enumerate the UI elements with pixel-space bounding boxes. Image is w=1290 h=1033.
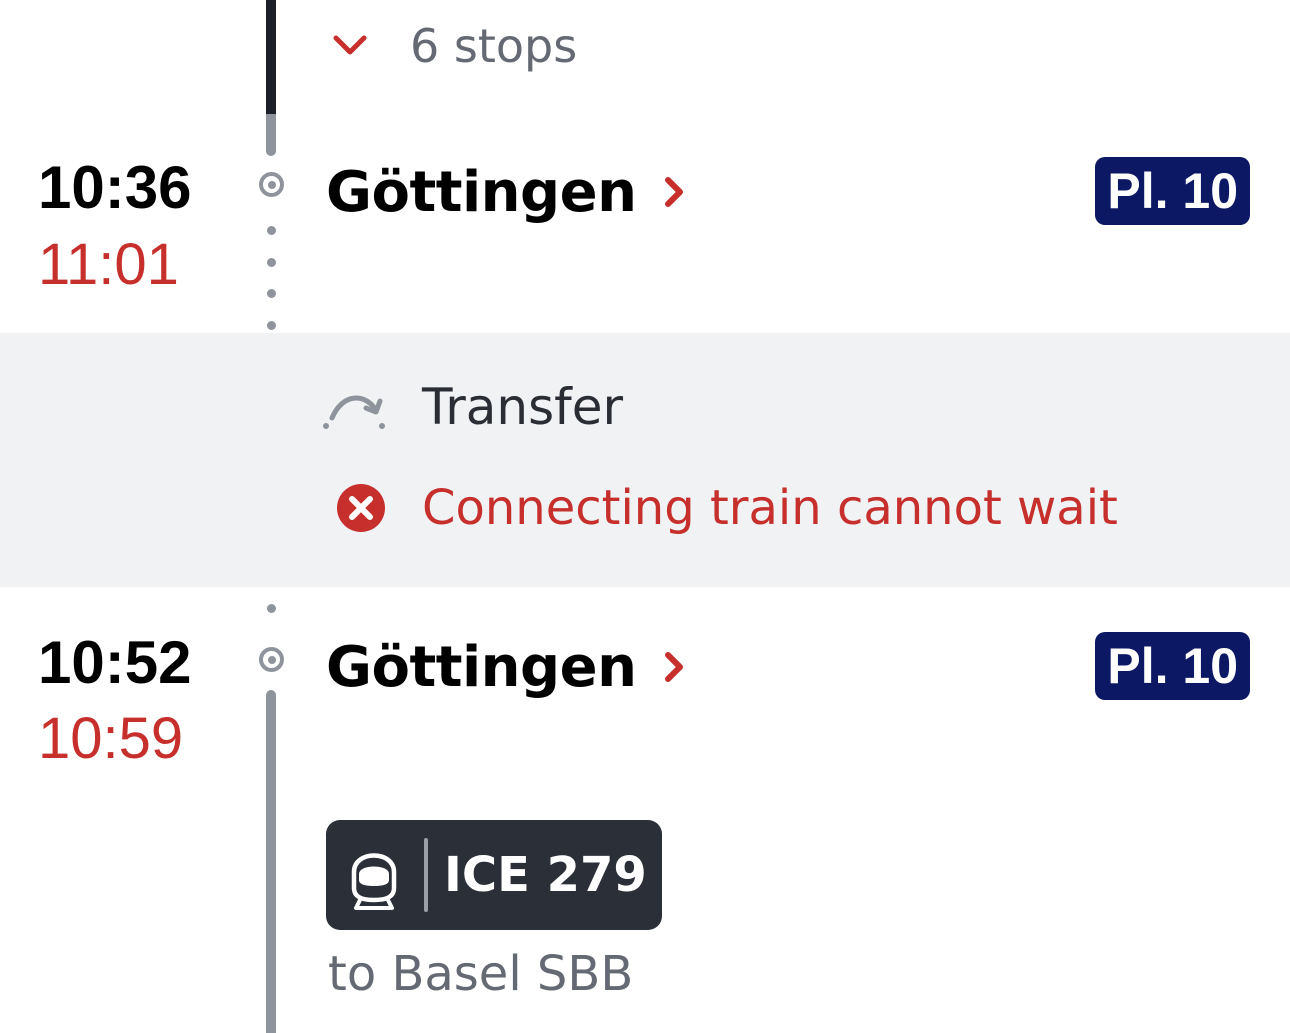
timeline-dot xyxy=(267,604,276,613)
transfer-row: Transfer xyxy=(322,378,623,436)
departure-station-link[interactable]: Göttingen xyxy=(326,631,690,703)
stops-toggle[interactable]: 6 stops xyxy=(330,14,577,78)
chevron-right-icon xyxy=(665,177,684,207)
station-name: Göttingen xyxy=(326,634,637,700)
station-name: Göttingen xyxy=(326,159,637,225)
transfer-section xyxy=(0,333,1290,587)
chevron-down-icon xyxy=(333,35,367,55)
timeline-dot xyxy=(267,226,276,235)
timeline-segment xyxy=(266,690,276,1033)
chevron-right-icon xyxy=(665,652,684,682)
timeline-dot xyxy=(267,289,276,298)
timeline-segment-active xyxy=(266,0,276,114)
departure-actual-time: 10:59 xyxy=(38,706,184,771)
stops-count-label: 6 stops xyxy=(410,19,578,73)
departure-platform-badge: Pl. 10 xyxy=(1095,632,1250,700)
arrival-platform-badge: Pl. 10 xyxy=(1095,157,1250,225)
arrival-actual-time: 11:01 xyxy=(38,232,179,297)
connection-warning: Connecting train cannot wait xyxy=(336,480,1118,536)
stop-marker-icon xyxy=(259,647,284,672)
arrival-scheduled-time: 10:36 xyxy=(38,154,192,221)
stop-marker-icon xyxy=(259,172,284,197)
timeline-dot xyxy=(267,321,276,330)
error-x-icon xyxy=(337,484,385,532)
train-badge[interactable]: ICE 279 xyxy=(326,820,662,930)
transfer-icon xyxy=(323,395,385,429)
badge-divider xyxy=(424,838,428,912)
warning-text: Connecting train cannot wait xyxy=(422,480,1118,536)
timeline-dot xyxy=(267,258,276,267)
transfer-label: Transfer xyxy=(422,378,624,436)
train-icon xyxy=(351,853,397,910)
departure-scheduled-time: 10:52 xyxy=(38,629,192,696)
train-number: ICE 279 xyxy=(444,847,647,903)
arrival-station-link[interactable]: Göttingen xyxy=(326,156,690,228)
timeline-segment xyxy=(266,114,276,156)
train-destination: to Basel SBB xyxy=(328,946,634,1002)
